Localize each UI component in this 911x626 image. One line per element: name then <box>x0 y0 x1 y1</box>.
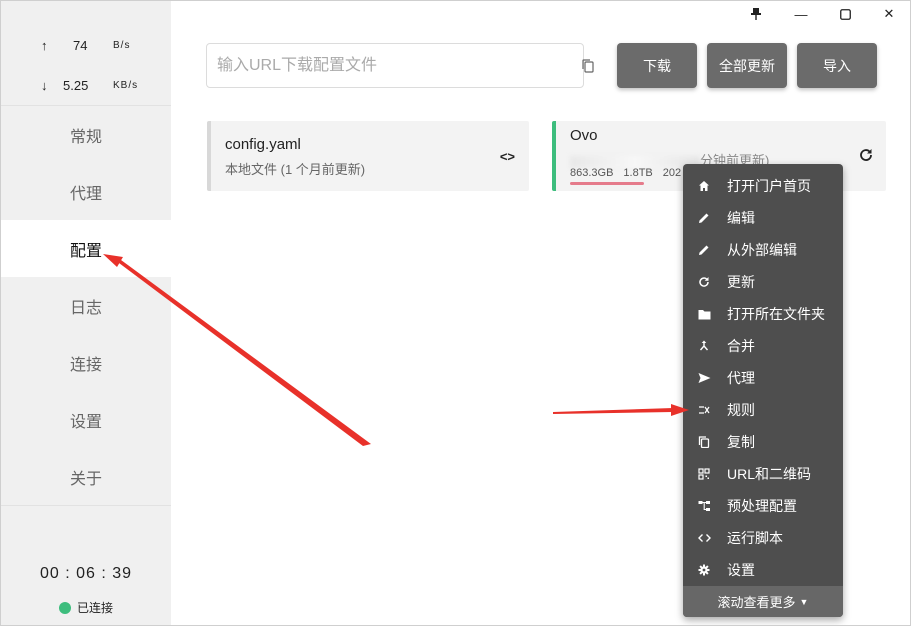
pin-icon[interactable] <box>734 1 778 27</box>
usage-expire: 202 <box>662 167 682 179</box>
app-window: ↑ 74 B/s ↓ 5.25 KB/s 常规 代理 配置 日志 连接 设置 关… <box>0 0 911 626</box>
sidebar-item-profiles[interactable]: 配置 <box>1 220 171 277</box>
usage-total: 1.8TB <box>623 167 653 179</box>
copy-icon <box>697 435 711 449</box>
title-bar: — ✕ <box>1 1 910 27</box>
profile-usage: 863.3GB 1.8TB 202 <box>570 167 691 179</box>
maximize-button[interactable] <box>823 1 867 27</box>
menu-item[interactable]: 运行脚本 <box>683 522 843 554</box>
profile-name: Ovo <box>570 127 598 144</box>
menu-item[interactable]: 合并 <box>683 330 843 362</box>
paste-icon[interactable] <box>580 58 596 74</box>
menu-item[interactable]: 规则 <box>683 394 843 426</box>
url-bar <box>206 43 594 88</box>
menu-item-label: 规则 <box>727 402 755 418</box>
download-speed-unit: KB/s <box>113 80 139 91</box>
menu-item-label: 预处理配置 <box>727 498 797 514</box>
sidebar-item-label: 代理 <box>70 185 103 203</box>
update-all-button[interactable]: 全部更新 <box>707 43 787 88</box>
profile-card-local[interactable]: config.yaml 本地文件 (1 个月前更新) <> <box>207 121 529 191</box>
scroll-more-button[interactable]: 滚动查看更多 ▼ <box>683 586 843 617</box>
redacted-text <box>570 155 700 168</box>
profile-context-menu: 设置 运行脚本 预处理配置 URL和二维码 复制 规则 代理 合并 打开所在文件夹 更新 从外部编辑… <box>683 164 843 617</box>
import-button[interactable]: 导入 <box>797 43 877 88</box>
sidebar-item-label: 常规 <box>70 128 103 146</box>
uptime-timer: 00 : 06 : 39 <box>39 565 133 582</box>
usage-progress-fill <box>570 182 644 185</box>
menu-item-label: 合并 <box>727 338 755 354</box>
upload-speed: ↑ 74 B/s <box>1 38 171 58</box>
menu-item-label: 打开所在文件夹 <box>727 306 825 322</box>
sidebar-item-label: 日志 <box>70 299 103 317</box>
sidebar-item-about[interactable]: 关于 <box>1 448 171 505</box>
minimize-button[interactable]: — <box>779 1 823 27</box>
sidebar-nav: 常规 代理 配置 日志 连接 设置 关于 <box>1 106 171 505</box>
shuffle-icon <box>697 403 711 417</box>
menu-item[interactable]: 打开门户首页 <box>683 170 843 202</box>
sidebar-item-general[interactable]: 常规 <box>1 106 171 163</box>
upload-arrow-icon: ↑ <box>41 38 48 53</box>
menu-item-label: URL和二维码 <box>727 466 812 482</box>
menu-item-label: 运行脚本 <box>727 530 783 546</box>
sidebar-item-proxy[interactable]: 代理 <box>1 163 171 220</box>
download-arrow-icon: ↓ <box>41 78 48 93</box>
menu-item-label: 从外部编辑 <box>727 242 797 258</box>
folder-icon <box>697 307 711 321</box>
gear-icon <box>697 563 711 577</box>
sidebar-item-label: 连接 <box>70 356 103 374</box>
send-icon <box>697 371 711 385</box>
sidebar-item-label: 配置 <box>70 242 103 260</box>
sidebar: ↑ 74 B/s ↓ 5.25 KB/s 常规 代理 配置 日志 连接 设置 关… <box>1 1 171 625</box>
profile-name: config.yaml <box>225 136 301 153</box>
qrcode-icon <box>697 467 711 481</box>
refresh-icon <box>697 275 711 289</box>
menu-item-label: 更新 <box>727 274 755 290</box>
status-dot-icon <box>59 601 71 614</box>
menu-item[interactable]: 编辑 <box>683 202 843 234</box>
download-button[interactable]: 下载 <box>617 43 697 88</box>
menu-item-label: 代理 <box>727 370 755 386</box>
profile-subtitle: 本地文件 (1 个月前更新) <box>225 162 366 177</box>
menu-item[interactable]: 从外部编辑 <box>683 234 843 266</box>
download-speed: ↓ 5.25 KB/s <box>1 78 171 98</box>
connection-status-label: 已连接 <box>77 601 114 615</box>
sidebar-item-label: 关于 <box>70 470 103 488</box>
download-speed-value: 5.25 <box>63 78 89 93</box>
sidebar-divider-bottom <box>1 505 171 506</box>
sidebar-item-label: 设置 <box>70 413 103 431</box>
url-input[interactable] <box>217 54 547 78</box>
menu-item[interactable]: 设置 <box>683 554 843 586</box>
menu-item-label: 设置 <box>727 562 755 578</box>
close-button[interactable]: ✕ <box>867 1 910 27</box>
sidebar-item-connections[interactable]: 连接 <box>1 334 171 391</box>
pencil-icon <box>697 243 711 257</box>
sidebar-item-settings[interactable]: 设置 <box>1 391 171 448</box>
usage-used: 863.3GB <box>570 167 614 179</box>
menu-item[interactable]: 打开所在文件夹 <box>683 298 843 330</box>
caret-down-icon: ▼ <box>799 596 809 607</box>
menu-item[interactable]: 预处理配置 <box>683 490 843 522</box>
menu-item[interactable]: 更新 <box>683 266 843 298</box>
menu-item-label: 编辑 <box>727 210 755 226</box>
upload-speed-value: 74 <box>73 38 88 53</box>
menu-item-label: 复制 <box>727 434 755 450</box>
merge-icon <box>697 339 711 353</box>
code-icon[interactable]: <> <box>500 149 515 164</box>
upload-speed-unit: B/s <box>113 40 131 51</box>
menu-item-label: 打开门户首页 <box>727 178 811 194</box>
menu-item[interactable]: URL和二维码 <box>683 458 843 490</box>
code-icon <box>697 531 711 545</box>
menu-item[interactable]: 代理 <box>683 362 843 394</box>
home-icon <box>697 179 711 193</box>
tree-icon <box>697 499 711 513</box>
refresh-icon[interactable] <box>858 147 874 163</box>
menu-item[interactable]: 复制 <box>683 426 843 458</box>
connection-status: 已连接 <box>59 599 113 616</box>
scroll-more-label: 滚动查看更多 <box>717 595 796 610</box>
sidebar-item-logs[interactable]: 日志 <box>1 277 171 334</box>
pencil-icon <box>697 211 711 225</box>
